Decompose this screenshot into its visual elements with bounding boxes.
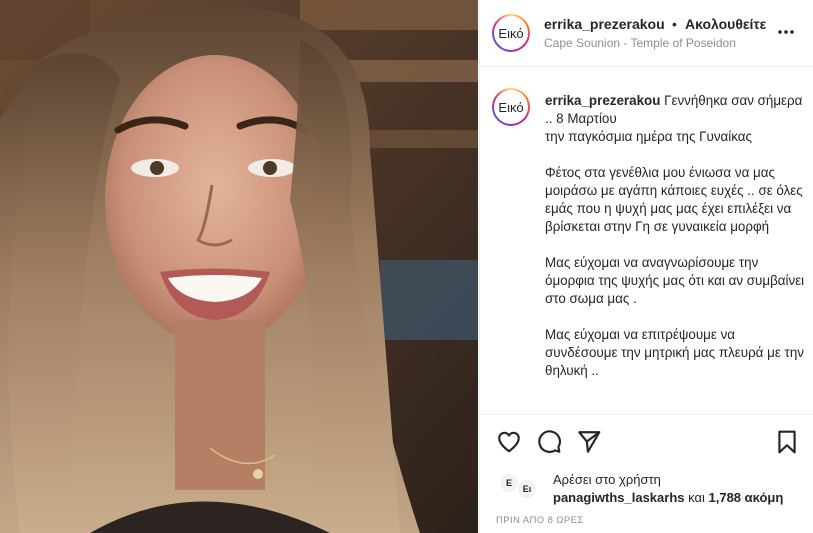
post-timestamp[interactable]: ΠΡΙΝ ΑΠΟ 8 ΩΡΕΣ xyxy=(496,515,584,526)
follow-status-button[interactable]: Ακολουθείτε xyxy=(685,16,766,32)
author-avatar-label: Εικό xyxy=(494,16,528,50)
post-photo[interactable] xyxy=(0,0,478,533)
caption-avatar-label: Εικό xyxy=(494,90,528,124)
more-options-icon[interactable] xyxy=(776,22,796,42)
comment-icon[interactable] xyxy=(536,429,564,457)
liker-avatar-2[interactable]: Ει xyxy=(516,478,538,500)
liked-by-label: Αρέσει στο χρήστη xyxy=(553,472,661,487)
post-photo-image xyxy=(0,0,478,533)
likes-section: Ε Ει Αρέσει στο χρήστη panagiwths_laskar… xyxy=(480,466,813,506)
heart-icon[interactable] xyxy=(496,429,524,457)
bookmark-icon[interactable] xyxy=(774,429,802,457)
author-avatar[interactable]: Εικό xyxy=(492,14,530,52)
author-username[interactable]: errika_prezerakou xyxy=(544,16,665,32)
header-separator: • xyxy=(672,16,677,32)
caption-username[interactable]: errika_prezerakou xyxy=(545,93,660,108)
caption-line-2: την παγκόσμια ημέρα της Γυναίκας xyxy=(545,129,752,144)
post-location[interactable]: Cape Sounion - Temple of Poseidon xyxy=(544,36,736,50)
post-actions xyxy=(480,425,813,461)
post-side-panel: Εικό errika_prezerakou • Ακολουθείτε Cap… xyxy=(479,0,813,533)
caption-paragraph-3: Μας εύχομαι να αναγνωρίσουμε την όμορφια… xyxy=(545,255,805,306)
caption-paragraph-2: Φέτος στα γενέθλια μου ένιωσα να μας μοι… xyxy=(545,165,803,234)
post-header: Εικό errika_prezerakou • Ακολουθείτε Cap… xyxy=(480,0,813,67)
caption-text: errika_prezerakou Γεννήθηκα σαν σήμερα .… xyxy=(545,92,807,380)
send-icon[interactable] xyxy=(576,429,604,457)
post-caption: Εικό errika_prezerakou Γεννήθηκα σαν σήμ… xyxy=(480,68,813,415)
caption-author-avatar[interactable]: Εικό xyxy=(492,88,530,126)
liker-username[interactable]: panagiwths_laskarhs xyxy=(553,490,685,505)
caption-paragraph-1: errika_prezerakou Γεννήθηκα σαν σήμερα .… xyxy=(545,92,807,146)
caption-paragraph-4: Μας εύχομαι να επιτρέψουμε να συνδέσουμε… xyxy=(545,327,804,378)
likes-count[interactable]: 1,788 ακόμη xyxy=(709,490,784,505)
liked-by-conjunction: και xyxy=(688,490,705,505)
liked-by-names: panagiwths_laskarhs και 1,788 ακόμη xyxy=(553,490,783,505)
